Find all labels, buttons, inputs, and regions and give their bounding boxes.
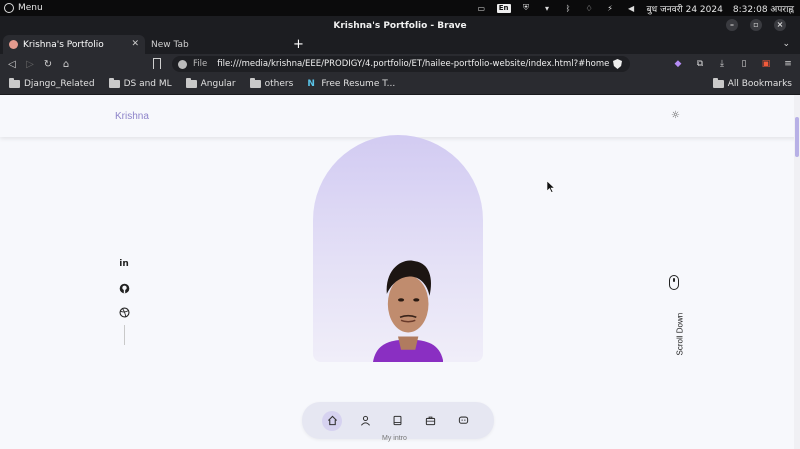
new-tab-button[interactable]: + — [293, 35, 304, 54]
os-date[interactable]: बुध जनवरी 24 2024 — [647, 2, 723, 15]
folder-icon — [712, 78, 724, 88]
reload-icon[interactable]: ↻ — [39, 59, 57, 70]
bookmark-label: Free Resume T... — [321, 79, 396, 89]
user-icon — [360, 415, 370, 426]
all-bookmarks-label: All Bookmarks — [727, 79, 792, 89]
main-menu-icon[interactable]: ≡ — [782, 59, 794, 69]
site-info-icon[interactable] — [178, 59, 187, 69]
nav-home-button[interactable] — [322, 410, 343, 431]
brave-shields-icon[interactable] — [613, 59, 622, 69]
mouse-icon — [669, 275, 679, 290]
keyboard-layout-indicator[interactable]: En — [496, 3, 511, 13]
maximize-button[interactable]: ▫ — [750, 19, 762, 31]
scroll-down-label: Scroll Down — [675, 312, 685, 356]
folder-icon — [108, 78, 120, 88]
bookmark-django-related[interactable]: Django_Related — [9, 78, 95, 89]
extensions-icon[interactable]: ⧉ — [694, 59, 706, 69]
bookmark-label: Angular — [200, 79, 236, 89]
close-window-button[interactable]: × — [774, 19, 786, 31]
sun-icon[interactable]: ☼ — [671, 111, 681, 121]
os-top-bar: Menu ▭ En ⛨ ▾ ᛒ ♢ ⚡ ◀ बुध जनवरी 24 2024 … — [0, 0, 800, 16]
home-browser-icon[interactable]: ⌂ — [57, 59, 75, 70]
ubuntu-logo-icon — [4, 3, 14, 13]
notification-bell-icon[interactable]: ♢ — [584, 4, 595, 13]
folder-icon — [9, 78, 20, 88]
tab-label: Krishna's Portfolio — [23, 39, 104, 50]
back-icon[interactable]: ◁ — [3, 59, 21, 70]
home-icon — [327, 415, 337, 426]
section-label: My intro — [382, 435, 407, 442]
folder-icon — [185, 78, 197, 88]
book-icon — [394, 415, 402, 426]
tab-label: New Tab — [151, 39, 189, 50]
linkedin-icon[interactable]: in — [116, 256, 132, 272]
minimize-button[interactable]: – — [726, 19, 738, 31]
bookmark-angular[interactable]: Angular — [185, 78, 236, 89]
portfolio-favicon-icon — [9, 40, 18, 49]
chat-icon — [458, 416, 469, 424]
all-bookmarks-button[interactable]: All Bookmarks — [712, 78, 792, 89]
power-icon[interactable]: ⚡ — [605, 4, 616, 13]
window-title-bar: Krishna's Portfolio - Brave – ▫ × — [0, 16, 800, 35]
bookmark-ds-and-ml[interactable]: DS and ML — [108, 78, 172, 89]
sidebar-icon[interactable]: ▯ — [738, 59, 750, 69]
bookmark-label: others — [264, 79, 294, 89]
wifi-icon[interactable]: ▾ — [542, 4, 553, 13]
bookmark-label: Django_Related — [24, 79, 95, 89]
tab-search-chevron-icon[interactable]: ⌄ — [782, 39, 790, 49]
bookmark-page-icon[interactable] — [153, 58, 161, 69]
social-divider-line — [124, 325, 125, 345]
page-viewport: Krishna ☼ in Scroll Down My intro — [0, 95, 800, 449]
bluetooth-icon[interactable]: ᛒ — [563, 4, 574, 13]
dribbble-icon[interactable] — [116, 304, 132, 320]
site-brand-link[interactable]: Krishna — [115, 111, 149, 122]
profile-photo — [373, 260, 443, 362]
close-tab-icon[interactable]: ✕ — [131, 39, 139, 49]
volume-icon[interactable]: ◀ — [626, 4, 637, 13]
nav-skills-button[interactable] — [388, 411, 408, 431]
tab-krishnas-portfolio[interactable]: Krishna's Portfolio ✕ — [3, 35, 145, 54]
bookmark-label: DS and ML — [123, 79, 172, 89]
hero-image-frame — [313, 135, 483, 362]
os-time[interactable]: 8:32:08 अपराह्न — [733, 2, 794, 15]
url-scheme-label: File — [193, 59, 208, 69]
mouse-pointer-icon — [547, 181, 555, 193]
browser-toolbar: ◁ ▷ ↻ ⌂ File file:///media/krishna/EEE/P… — [0, 54, 800, 74]
downloads-icon[interactable]: ⤓ — [716, 59, 728, 69]
scroll-down-button[interactable]: Scroll Down — [666, 275, 685, 365]
bookmark-others[interactable]: others — [249, 78, 294, 89]
os-menu-button[interactable]: Menu — [0, 3, 43, 13]
notion-icon: N — [307, 78, 315, 89]
window-title: Krishna's Portfolio - Brave — [333, 20, 467, 31]
page-scrollbar-thumb[interactable] — [795, 117, 799, 157]
nav-about-button[interactable] — [355, 411, 375, 431]
bottom-navigation — [302, 402, 494, 439]
url-text[interactable]: file:///media/krishna/EEE/PRODIGY/4.port… — [217, 59, 609, 69]
github-icon[interactable] — [116, 280, 132, 296]
briefcase-icon — [426, 416, 436, 426]
security-shield-icon[interactable]: ⛨ — [521, 3, 532, 13]
bookmarks-bar: Django_Related DS and ML Angular others … — [0, 74, 800, 95]
brave-wallet-icon[interactable]: ▣ — [760, 59, 772, 69]
os-menu-label: Menu — [18, 3, 43, 13]
site-header: Krishna ☼ — [0, 95, 800, 137]
nav-portfolio-button[interactable] — [421, 411, 441, 431]
bookmark-free-resume[interactable]: N Free Resume T... — [307, 79, 395, 89]
nav-contact-button[interactable] — [454, 411, 474, 431]
forward-icon[interactable]: ▷ — [21, 59, 39, 70]
folder-icon — [249, 78, 261, 88]
address-bar[interactable]: File file:///media/krishna/EEE/PRODIGY/4… — [172, 56, 630, 72]
tab-strip: Krishna's Portfolio ✕ New Tab + ⌄ — [0, 35, 800, 54]
tab-new-tab[interactable]: New Tab — [145, 35, 285, 54]
screen-icon[interactable]: ▭ — [476, 4, 487, 13]
brave-rewards-icon[interactable]: ◆ — [672, 59, 684, 69]
